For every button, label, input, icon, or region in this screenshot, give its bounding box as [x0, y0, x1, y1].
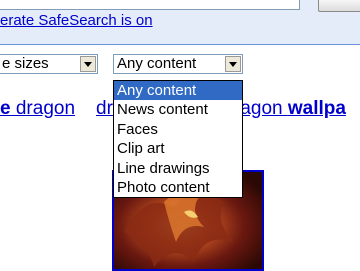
- option-photo-content[interactable]: Photo content: [114, 178, 242, 197]
- chevron-down-icon[interactable]: [225, 56, 241, 72]
- content-filter-select[interactable]: Any content: [113, 54, 243, 74]
- option-line-drawings[interactable]: Line drawings: [114, 159, 242, 178]
- search-input[interactable]: [0, 0, 300, 10]
- chevron-down-icon[interactable]: [80, 56, 96, 72]
- safesearch-link[interactable]: erate SafeSearch is on: [0, 12, 153, 29]
- content-filter-value: Any content: [117, 55, 197, 72]
- option-faces[interactable]: Faces: [114, 120, 242, 139]
- content-filter-dropdown: Any content News content Faces Clip art …: [113, 80, 243, 198]
- search-button[interactable]: [318, 0, 360, 12]
- option-news-content[interactable]: News content: [114, 100, 242, 119]
- related-link-3[interactable]: ragon wallpa: [234, 98, 346, 120]
- option-clip-art[interactable]: Clip art: [114, 139, 242, 158]
- related-link-2[interactable]: dr: [96, 98, 113, 120]
- size-filter-select[interactable]: e sizes: [0, 54, 98, 74]
- related-link-1[interactable]: e dragon: [0, 98, 75, 120]
- search-header: erate SafeSearch is on: [0, 0, 360, 45]
- option-any-content[interactable]: Any content: [114, 81, 242, 100]
- size-filter-value: e sizes: [2, 55, 49, 72]
